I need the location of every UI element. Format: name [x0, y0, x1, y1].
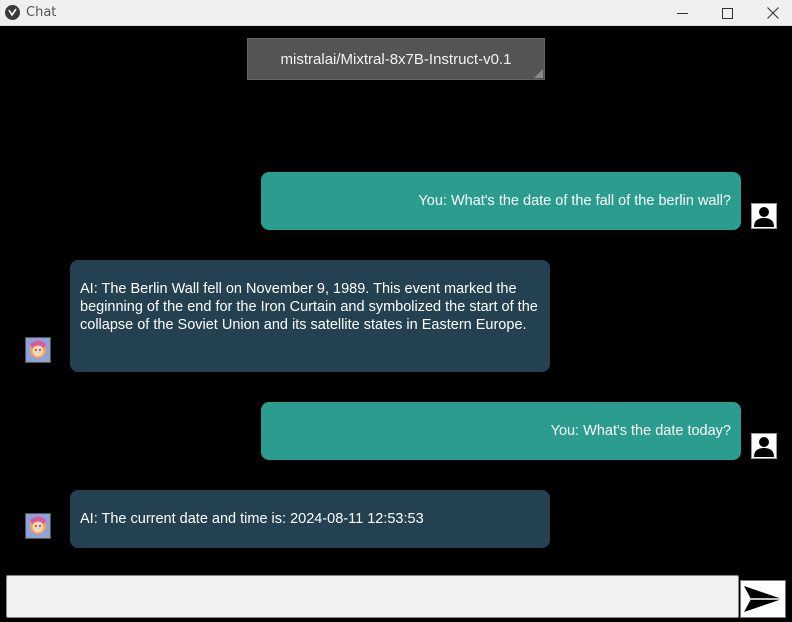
message-text: You: What's the date of the fall of the … — [418, 193, 731, 209]
message-input[interactable] — [6, 575, 739, 618]
title-bar: Chat — [0, 0, 792, 26]
maximize-button[interactable] — [704, 0, 750, 26]
minimize-button[interactable] — [659, 0, 705, 26]
user-avatar — [751, 203, 777, 229]
message-text: AI: The Berlin Wall fell on November 9, … — [80, 281, 538, 333]
ai-message-bubble: AI: The current date and time is: 2024-0… — [70, 490, 550, 548]
user-silhouette-icon — [752, 434, 776, 458]
ai-message-bubble: AI: The Berlin Wall fell on November 9, … — [70, 260, 550, 372]
user-message-bubble: You: What's the date of the fall of the … — [261, 172, 741, 230]
chat-app-icon — [5, 5, 20, 20]
user-silhouette-icon — [752, 204, 776, 228]
send-button[interactable] — [740, 580, 786, 618]
minimize-icon — [676, 12, 688, 14]
ai-portrait-icon — [26, 514, 50, 538]
ai-portrait-icon — [26, 338, 50, 362]
user-avatar — [751, 433, 777, 459]
close-button[interactable] — [750, 0, 792, 26]
dropdown-corner-icon — [534, 69, 543, 78]
user-message-bubble: You: What's the date today? — [261, 402, 741, 460]
close-icon — [767, 7, 779, 19]
model-selector-value: mistralai/Mixtral-8x7B-Instruct-v0.1 — [280, 50, 512, 68]
message-text: You: What's the date today? — [550, 423, 731, 439]
model-selector[interactable]: mistralai/Mixtral-8x7B-Instruct-v0.1 — [247, 38, 545, 80]
ai-avatar — [25, 337, 51, 363]
message-text: AI: The current date and time is: 2024-0… — [80, 511, 424, 527]
ai-avatar — [25, 513, 51, 539]
send-arrow-icon — [744, 586, 782, 612]
maximize-icon — [721, 7, 733, 19]
window-title: Chat — [26, 5, 57, 20]
